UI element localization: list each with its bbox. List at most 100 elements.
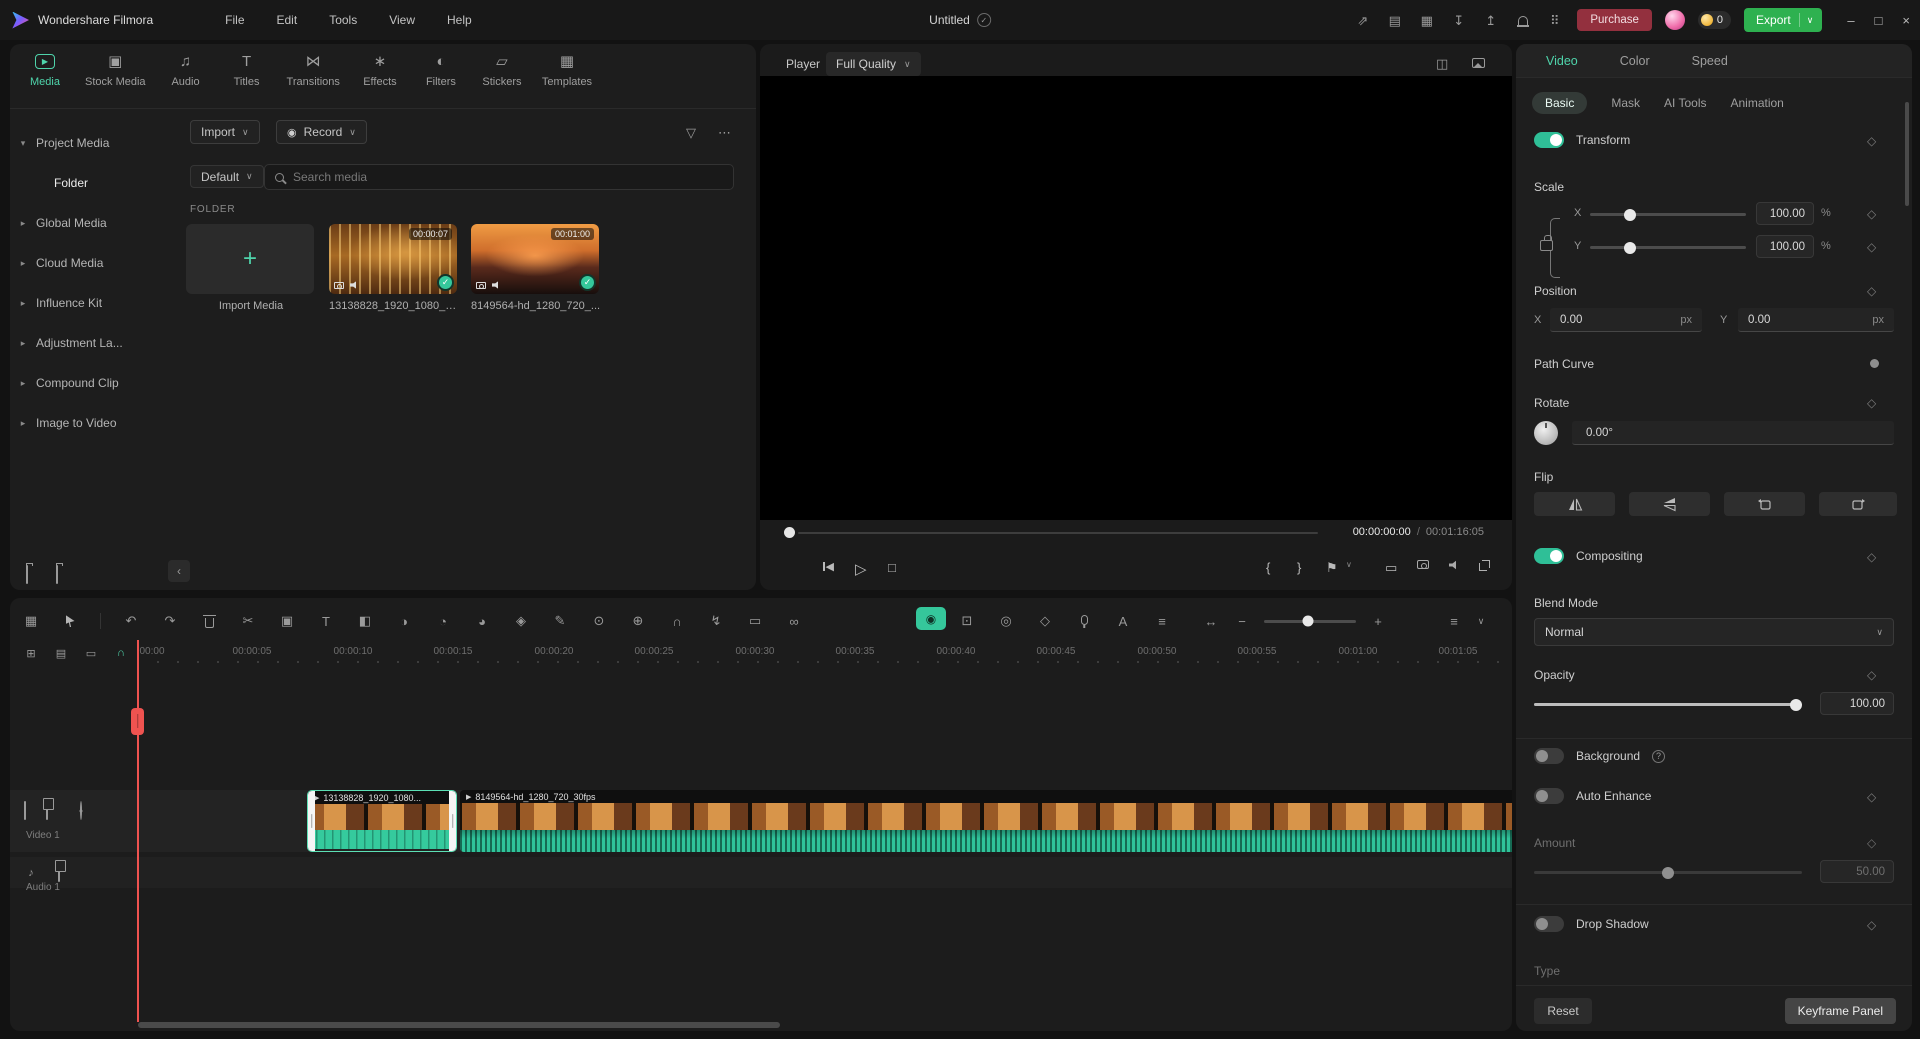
sidebar-item-folder[interactable]: Folder — [10, 168, 176, 198]
color-icon[interactable]: ◕ — [473, 612, 491, 630]
caret-down-icon[interactable]: ▾ — [10, 138, 36, 149]
menu-view[interactable]: View — [389, 13, 415, 27]
track-thumbnail-icon[interactable] — [24, 801, 26, 820]
apps-grid-icon[interactable]: ⠿ — [1545, 14, 1564, 27]
sort-dropdown[interactable]: Default ∨ — [190, 165, 264, 188]
tab-stock-media[interactable]: ▣ Stock Media — [85, 51, 146, 88]
shortcut-icon[interactable]: ▦ — [1417, 14, 1436, 27]
collapse-sidebar-button[interactable]: ‹ — [168, 560, 190, 582]
keyframe-diamond-icon[interactable]: ◇ — [1867, 668, 1876, 682]
fullscreen-icon[interactable] — [1479, 560, 1490, 571]
rotate-clockwise-button[interactable] — [1819, 492, 1897, 516]
keyframe-diamond-icon[interactable]: ◇ — [1867, 284, 1876, 298]
scale-x-value[interactable]: 100.00 — [1756, 202, 1814, 225]
speed-icon[interactable]: ◔ — [434, 612, 452, 630]
stop-button[interactable]: □ — [888, 560, 896, 575]
position-y-input[interactable]: 0.00 px — [1738, 308, 1894, 332]
zoom-fit-icon[interactable]: ⊕ — [629, 612, 647, 630]
image-view-icon[interactable] — [1472, 58, 1485, 68]
split-scissors-icon[interactable]: ✂ — [239, 612, 257, 630]
keyframe-diamond-icon[interactable]: ◇ — [1867, 550, 1876, 564]
auto-ripple-icon[interactable]: ↯ — [707, 612, 725, 630]
voiceover-mic-icon[interactable] — [1075, 612, 1093, 630]
chroma-key-icon[interactable]: ◑ — [395, 612, 413, 630]
caret-right-icon[interactable]: ▸ — [10, 258, 36, 269]
keyframe-diamond-icon[interactable]: ◇ — [1867, 918, 1876, 932]
tab-effects[interactable]: ∗ Effects — [359, 51, 401, 88]
cloud-upload-icon[interactable]: ↥ — [1481, 14, 1500, 27]
zoom-slider[interactable] — [1264, 615, 1356, 627]
minimize-button[interactable]: – — [1847, 13, 1854, 28]
keyframe-diamond-icon[interactable]: ◇ — [1867, 790, 1876, 804]
mask-tool-icon[interactable]: ◧ — [356, 612, 374, 630]
delete-icon[interactable] — [200, 612, 218, 630]
sidebar-item-influence-kit[interactable]: ▸ Influence Kit — [10, 288, 176, 318]
subtab-animation[interactable]: Animation — [1730, 96, 1783, 110]
tab-video[interactable]: Video — [1546, 54, 1578, 68]
trim-handle-right[interactable] — [449, 791, 456, 851]
opacity-slider[interactable] — [1534, 698, 1802, 711]
caret-right-icon[interactable]: ▸ — [10, 298, 36, 309]
keyframe-diamond-icon[interactable]: ◇ — [1867, 207, 1876, 221]
sidebar-item-compound-clip[interactable]: ▸ Compound Clip — [10, 368, 176, 398]
transform-toggle[interactable] — [1534, 132, 1564, 148]
new-folder-icon[interactable] — [26, 565, 28, 584]
timer-icon[interactable]: ⊙ — [590, 612, 608, 630]
reframe-icon[interactable]: ▭ — [746, 612, 764, 630]
crop-icon[interactable]: ▣ — [278, 612, 296, 630]
screen-record-icon[interactable]: ⊡ — [958, 612, 976, 630]
caret-right-icon[interactable]: ▸ — [10, 378, 36, 389]
export-caret-icon[interactable]: ∨ — [1798, 13, 1813, 27]
panel-scrollbar[interactable] — [1905, 102, 1909, 206]
tab-audio[interactable]: ♫ Audio — [165, 51, 207, 89]
sidebar-item-project-media[interactable]: ▾ Project Media — [10, 128, 176, 158]
play-button[interactable]: ▷ — [855, 560, 867, 578]
position-x-input[interactable]: 0.00 px — [1550, 308, 1702, 332]
hide-track-icon[interactable] — [80, 801, 82, 820]
quality-dropdown[interactable]: Full Quality ∨ — [826, 52, 921, 76]
track-height-icon[interactable]: ≡ — [1445, 612, 1463, 630]
amount-value[interactable]: 50.00 — [1820, 860, 1894, 883]
amount-slider[interactable] — [1534, 866, 1802, 879]
marker-icon[interactable]: ◈ — [512, 612, 530, 630]
delete-folder-icon[interactable] — [56, 565, 58, 584]
subtab-basic[interactable]: Basic — [1532, 92, 1588, 114]
playhead-handle[interactable] — [131, 708, 144, 735]
maximize-button[interactable]: □ — [1875, 13, 1883, 28]
tab-transitions[interactable]: ⋈ Transitions — [287, 51, 340, 88]
purchase-button[interactable]: Purchase — [1577, 9, 1652, 31]
auto-enhance-toggle[interactable] — [1534, 788, 1564, 804]
rotate-counterclockwise-button[interactable] — [1724, 492, 1805, 516]
quick-record-button[interactable]: ◉ — [916, 607, 946, 630]
redo-icon[interactable]: ↷ — [161, 612, 179, 630]
timeline-clip-selected[interactable]: ▶ 13138828_1920_1080... — [307, 790, 457, 852]
tab-templates[interactable]: ▦ Templates — [542, 51, 592, 88]
paste-icon[interactable] — [54, 863, 60, 882]
keyframe-diamond-icon[interactable]: ◇ — [1867, 134, 1876, 148]
background-toggle[interactable] — [1534, 748, 1564, 764]
mark-in-icon[interactable]: { — [1266, 560, 1270, 575]
split-view-icon[interactable]: ◫ — [1436, 57, 1448, 70]
captions-icon[interactable]: ≡ — [1153, 612, 1171, 630]
step-backward-button[interactable]: ◀ — [823, 560, 834, 573]
drop-shadow-toggle[interactable] — [1534, 916, 1564, 932]
keyframe-diamond-icon[interactable]: ◇ — [1867, 396, 1876, 410]
tab-media[interactable]: ▶ Media — [24, 51, 66, 88]
tab-speed[interactable]: Speed — [1692, 54, 1728, 68]
timeline-horizontal-scrollbar[interactable] — [138, 1022, 780, 1028]
scrubber-track[interactable] — [798, 532, 1318, 534]
display-device-icon[interactable]: ▭ — [1385, 560, 1397, 576]
sidebar-item-cloud-media[interactable]: ▸ Cloud Media — [10, 248, 176, 278]
more-options-icon[interactable]: ⋯ — [718, 126, 731, 139]
export-button[interactable]: Export ∨ — [1744, 8, 1823, 32]
subtab-ai-tools[interactable]: AI Tools — [1664, 96, 1706, 110]
subtab-mask[interactable]: Mask — [1611, 96, 1640, 110]
keyframe-panel-button[interactable]: Keyframe Panel — [1784, 998, 1896, 1024]
blend-mode-dropdown[interactable]: Normal ∨ — [1534, 618, 1894, 646]
text-tool-icon[interactable]: T — [317, 612, 335, 630]
rotate-dial[interactable] — [1534, 421, 1558, 445]
video-preview[interactable] — [760, 76, 1512, 520]
notification-bell-icon[interactable] — [1513, 15, 1532, 27]
rotate-input[interactable]: 0.00° — [1572, 421, 1894, 445]
tab-stickers[interactable]: ▱ Stickers — [481, 51, 523, 88]
